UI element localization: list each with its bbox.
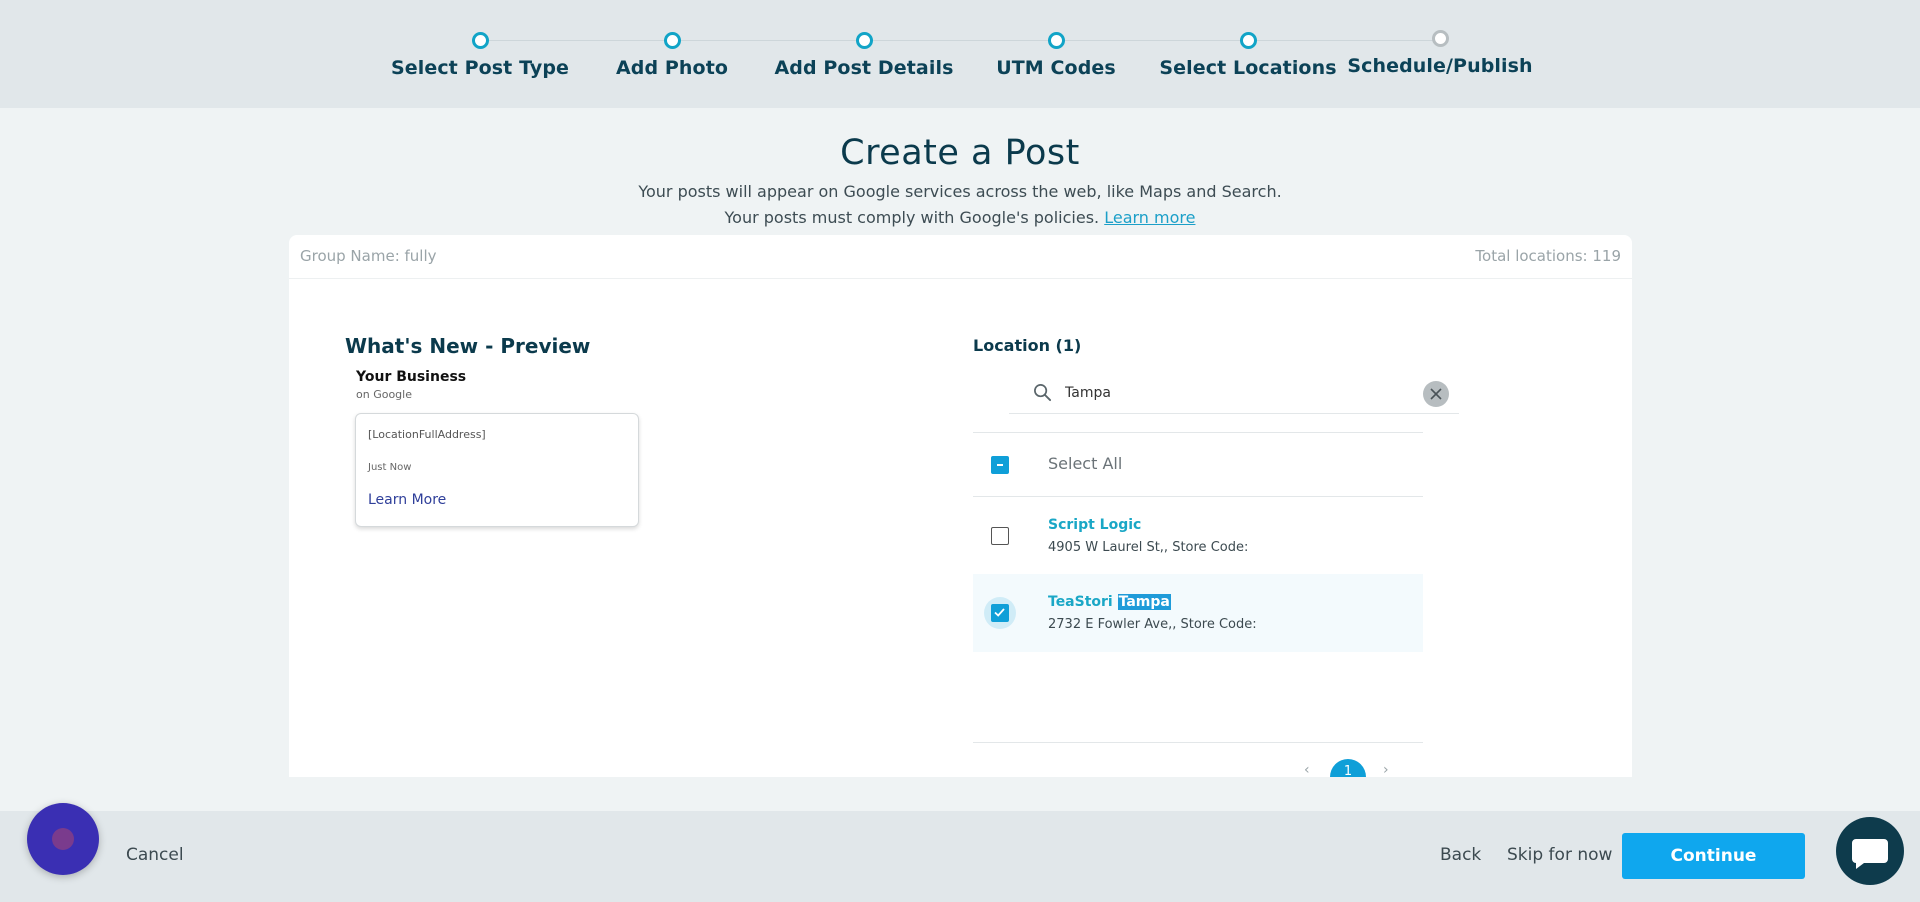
step-label: Add Photo (615, 57, 729, 79)
step-label: Select Locations (1159, 57, 1337, 79)
group-name: Group Name: fully (300, 247, 437, 265)
continue-button[interactable]: Continue (1622, 833, 1805, 879)
select-all-checkbox[interactable] (991, 456, 1009, 474)
preview-learn-more-link[interactable]: Learn More (368, 492, 446, 508)
list-item[interactable]: TeaStori Tampa 2732 E Fowler Ave,, Store… (973, 574, 1423, 652)
step-label: Select Post Type (390, 57, 570, 79)
total-locations: Total locations: 119 (1475, 247, 1621, 265)
location-search (1009, 371, 1459, 414)
subtitle-services: Your posts will appear on Google service… (638, 182, 1282, 201)
cancel-button[interactable]: Cancel (126, 845, 184, 865)
stepper: Select Post Type Add Photo Add Post Deta… (0, 0, 1920, 108)
step-label: UTM Codes (996, 57, 1116, 79)
subtitle-policies: Your posts must comply with Google's pol… (0, 208, 1920, 227)
locations-title: Location (1) (973, 336, 1082, 355)
select-all-row[interactable]: Select All (973, 432, 1423, 496)
learn-more-link[interactable]: Learn more (1104, 208, 1195, 227)
step-dot-icon (856, 32, 873, 49)
assistant-launcher-button[interactable] (27, 803, 99, 875)
search-highlight: Tampa (1117, 594, 1171, 610)
step-dot-icon (472, 32, 489, 49)
step-dot-icon (1048, 32, 1065, 49)
close-icon (1430, 388, 1442, 400)
preview-address: [LocationFullAddress] (368, 428, 486, 441)
skip-for-now-button[interactable]: Skip for now (1507, 845, 1612, 865)
check-icon (994, 608, 1005, 617)
location-search-input[interactable] (1065, 381, 1395, 405)
location-checkbox[interactable] (991, 527, 1009, 545)
select-all-label: Select All (1048, 454, 1123, 473)
clear-search-button[interactable] (1423, 381, 1449, 407)
location-list: Select All Script Logic 4905 W Laurel St… (973, 432, 1423, 652)
list-divider (973, 742, 1423, 743)
stepper-line (480, 40, 1440, 41)
location-address: 4905 W Laurel St,, Store Code: (1048, 540, 1249, 555)
subtitle-policies-text: Your posts must comply with Google's pol… (724, 208, 1100, 227)
card-header: Group Name: fully Total locations: 119 (289, 235, 1632, 279)
on-google-label: on Google (356, 388, 412, 401)
location-name: TeaStori Tampa (1048, 594, 1171, 610)
search-icon (1034, 384, 1052, 402)
preview-title: What's New - Preview (345, 334, 591, 358)
step-label: Schedule/Publish (1347, 55, 1533, 77)
page-title: Create a Post (840, 133, 1080, 173)
location-name-text: Script Logic (1048, 517, 1142, 533)
pager-prev-button[interactable]: ‹ (1304, 762, 1310, 778)
step-dot-icon (664, 32, 681, 49)
post-preview-box: [LocationFullAddress] Just Now Learn Mor… (355, 413, 639, 527)
pager-page-1[interactable]: 1 (1330, 759, 1366, 777)
location-address: 2732 E Fowler Ave,, Store Code: (1048, 617, 1257, 632)
location-name: Script Logic (1048, 517, 1141, 533)
pager-page-number: 1 (1330, 759, 1366, 777)
back-button[interactable]: Back (1440, 845, 1481, 865)
preview-time: Just Now (368, 462, 412, 473)
business-name: Your Business (356, 369, 467, 385)
assistant-icon (52, 828, 74, 850)
step-dot-icon (1432, 30, 1449, 47)
location-checkbox[interactable] (991, 604, 1009, 622)
step-label: Add Post Details (774, 57, 954, 79)
pager-next-button[interactable]: › (1383, 762, 1389, 778)
chat-icon (1852, 839, 1888, 869)
main-card: Group Name: fully Total locations: 119 W… (289, 235, 1632, 778)
chat-launcher-button[interactable] (1836, 817, 1904, 885)
step-dot-icon (1240, 32, 1257, 49)
location-name-text: TeaStori (1048, 594, 1118, 610)
list-item[interactable]: Script Logic 4905 W Laurel St,, Store Co… (973, 496, 1423, 574)
